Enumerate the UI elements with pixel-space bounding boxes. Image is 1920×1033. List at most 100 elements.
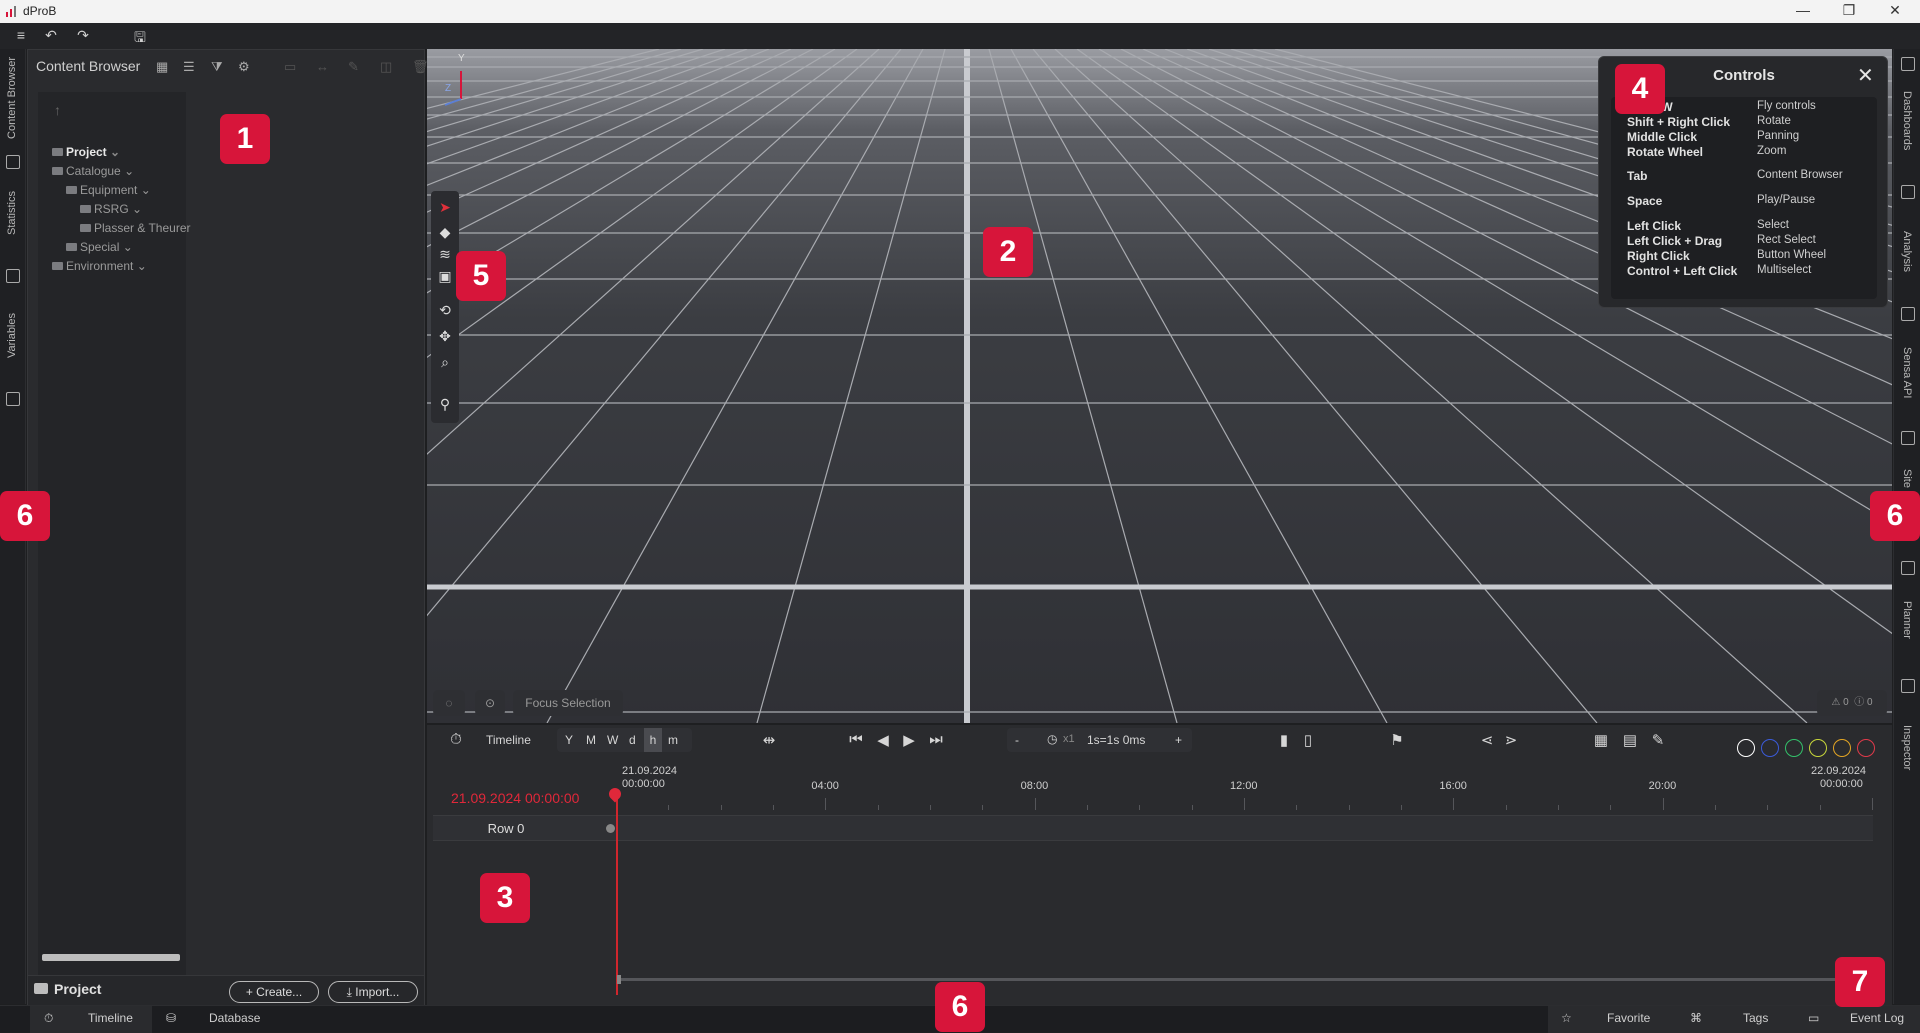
- timeline-scrollbar[interactable]: [617, 978, 1872, 981]
- pan-icon[interactable]: ✥: [437, 328, 453, 344]
- scale-minute[interactable]: m: [668, 733, 678, 747]
- menu-icon[interactable]: ≡: [11, 27, 31, 43]
- edit-icon[interactable]: ✎: [348, 59, 359, 75]
- minimize-button[interactable]: —: [1788, 2, 1818, 18]
- share-icon[interactable]: ⋖: [1478, 731, 1496, 749]
- close-icon[interactable]: ✕: [1857, 63, 1874, 88]
- undo-icon[interactable]: ↶: [41, 27, 61, 44]
- skip-start-icon[interactable]: ⏮: [847, 731, 865, 748]
- tab-event-log[interactable]: Event Log: [1850, 1011, 1904, 1025]
- up-arrow-icon[interactable]: ↑: [54, 102, 61, 118]
- site-icon[interactable]: [1901, 431, 1915, 445]
- focus-icon[interactable]: ⊙: [475, 690, 505, 716]
- filter-icon[interactable]: ⧩: [211, 59, 223, 75]
- unlock-icon[interactable]: ▯: [1299, 731, 1317, 749]
- folder-settings-icon[interactable]: ⚙: [238, 59, 250, 75]
- close-window-button[interactable]: ✕: [1880, 2, 1910, 19]
- speed-increase[interactable]: +: [1175, 733, 1182, 747]
- control-key: Left Click + Drag: [1627, 234, 1723, 248]
- timeline-row[interactable]: Row 0: [433, 815, 1873, 841]
- tab-analysis[interactable]: Analysis: [1901, 231, 1913, 272]
- calendar-grid-icon[interactable]: ▦: [1592, 731, 1610, 749]
- speed-decrease[interactable]: -: [1015, 733, 1019, 747]
- tab-favorite[interactable]: Favorite: [1607, 1011, 1650, 1025]
- copy-icon[interactable]: ▭: [284, 59, 296, 75]
- color-filter-dot[interactable]: [1857, 739, 1875, 757]
- plane-icon[interactable]: ◆: [437, 224, 453, 240]
- share-plus-icon[interactable]: ⋗: [1502, 731, 1520, 749]
- play-icon[interactable]: ▶: [900, 731, 918, 749]
- analysis-icon[interactable]: [1901, 185, 1915, 199]
- tree-node-special[interactable]: Special ⌄: [66, 240, 133, 254]
- calendar-icon[interactable]: ▤: [1621, 731, 1639, 749]
- select-cursor-icon[interactable]: ➤: [437, 199, 453, 215]
- tab-statistics[interactable]: Statistics: [6, 191, 18, 235]
- visibility-off-icon[interactable]: ◌: [433, 690, 465, 716]
- redo-icon[interactable]: ↷: [73, 27, 93, 44]
- cube-icon[interactable]: ▣: [437, 268, 453, 284]
- tab-dashboards[interactable]: Dashboards: [1901, 91, 1913, 150]
- color-filter-dot[interactable]: [1785, 739, 1803, 757]
- horizontal-scrollbar[interactable]: [42, 954, 180, 961]
- split-icon[interactable]: ◫: [380, 59, 392, 75]
- move-icon[interactable]: ↔: [316, 59, 329, 74]
- database-icon: ⛁: [166, 1011, 177, 1025]
- focus-selection-button[interactable]: Focus Selection: [513, 690, 623, 716]
- dashboards-icon[interactable]: [1901, 57, 1915, 71]
- scale-year[interactable]: Y: [565, 733, 573, 747]
- tab-sensa-api[interactable]: Sensa API: [1901, 347, 1913, 398]
- scale-hour-active[interactable]: h: [644, 728, 662, 752]
- tree-node-equipment[interactable]: Equipment ⌄: [66, 183, 151, 197]
- sensa-api-icon[interactable]: [1901, 307, 1915, 321]
- lock-icon[interactable]: ▮: [1275, 731, 1293, 749]
- variables-icon[interactable]: [6, 392, 20, 406]
- tree-node-project[interactable]: Project ⌄: [52, 145, 120, 159]
- scale-week[interactable]: W: [607, 733, 618, 747]
- row-dot-icon[interactable]: [606, 824, 615, 833]
- color-filter-dot[interactable]: [1761, 739, 1779, 757]
- statistics-icon[interactable]: [6, 269, 20, 283]
- skip-end-icon[interactable]: ⏭: [927, 731, 945, 748]
- maximize-button[interactable]: ❐: [1834, 2, 1864, 19]
- content-browser-icon[interactable]: [6, 155, 20, 169]
- tree-node-catalogue[interactable]: Catalogue ⌄: [52, 164, 134, 178]
- orbit-icon[interactable]: ⟲: [437, 302, 453, 318]
- scrollbar-handle[interactable]: [617, 975, 621, 984]
- zoom-icon[interactable]: ⌕: [437, 354, 453, 370]
- grid-view-icon[interactable]: ▦: [156, 59, 168, 75]
- create-button[interactable]: + Create...: [229, 981, 319, 1003]
- speed-value[interactable]: 1s=1s 0ms: [1087, 733, 1145, 747]
- scale-day[interactable]: d: [629, 733, 636, 747]
- tree-node-environment[interactable]: Environment ⌄: [52, 259, 147, 273]
- tab-database[interactable]: Database: [209, 1011, 260, 1025]
- tab-site[interactable]: Site: [1901, 469, 1913, 488]
- list-view-icon[interactable]: ☰: [183, 59, 195, 75]
- color-filter-dot[interactable]: [1833, 739, 1851, 757]
- playhead-handle-icon[interactable]: [606, 785, 624, 803]
- tree-node-rsrg[interactable]: RSRG ⌄: [80, 202, 142, 216]
- tab-tags[interactable]: Tags: [1743, 1011, 1768, 1025]
- pencil-icon[interactable]: ✎: [1649, 731, 1667, 749]
- planner-icon[interactable]: [1901, 561, 1915, 575]
- import-button[interactable]: ⤓ Import...: [328, 981, 418, 1003]
- path-icon[interactable]: ⚲: [437, 396, 453, 412]
- save-icon[interactable]: 🖫: [130, 27, 150, 51]
- add-marker-icon[interactable]: ⚑: [1388, 731, 1406, 749]
- status-indicators[interactable]: ⚠ 0 ⓘ 0: [1817, 690, 1887, 716]
- color-filter-dot[interactable]: [1809, 739, 1827, 757]
- step-back-icon[interactable]: ◀: [874, 731, 892, 749]
- content-browser-panel: Content Browser ▦ ☰ ⧩ ⚙ ▭ ↔ ✎ ◫ 🗑 ↑ Proj…: [27, 49, 429, 1005]
- tab-content-browser[interactable]: Content Browser: [6, 57, 18, 139]
- tag-icon: ⌘: [1690, 1011, 1702, 1025]
- color-filter-dot[interactable]: [1737, 739, 1755, 757]
- fit-range-icon[interactable]: ⇹: [760, 731, 778, 749]
- layers-icon[interactable]: ≋: [437, 246, 453, 262]
- scale-month[interactable]: M: [586, 733, 596, 747]
- tab-planner[interactable]: Planner: [1901, 601, 1913, 639]
- tab-inspector[interactable]: Inspector: [1901, 725, 1913, 770]
- playhead[interactable]: [616, 793, 618, 995]
- tab-timeline[interactable]: Timeline: [88, 1011, 133, 1025]
- tree-node-plasser-theurer[interactable]: Plasser & Theurer: [80, 221, 191, 235]
- tab-variables[interactable]: Variables: [6, 313, 18, 358]
- inspector-icon[interactable]: [1901, 679, 1915, 693]
